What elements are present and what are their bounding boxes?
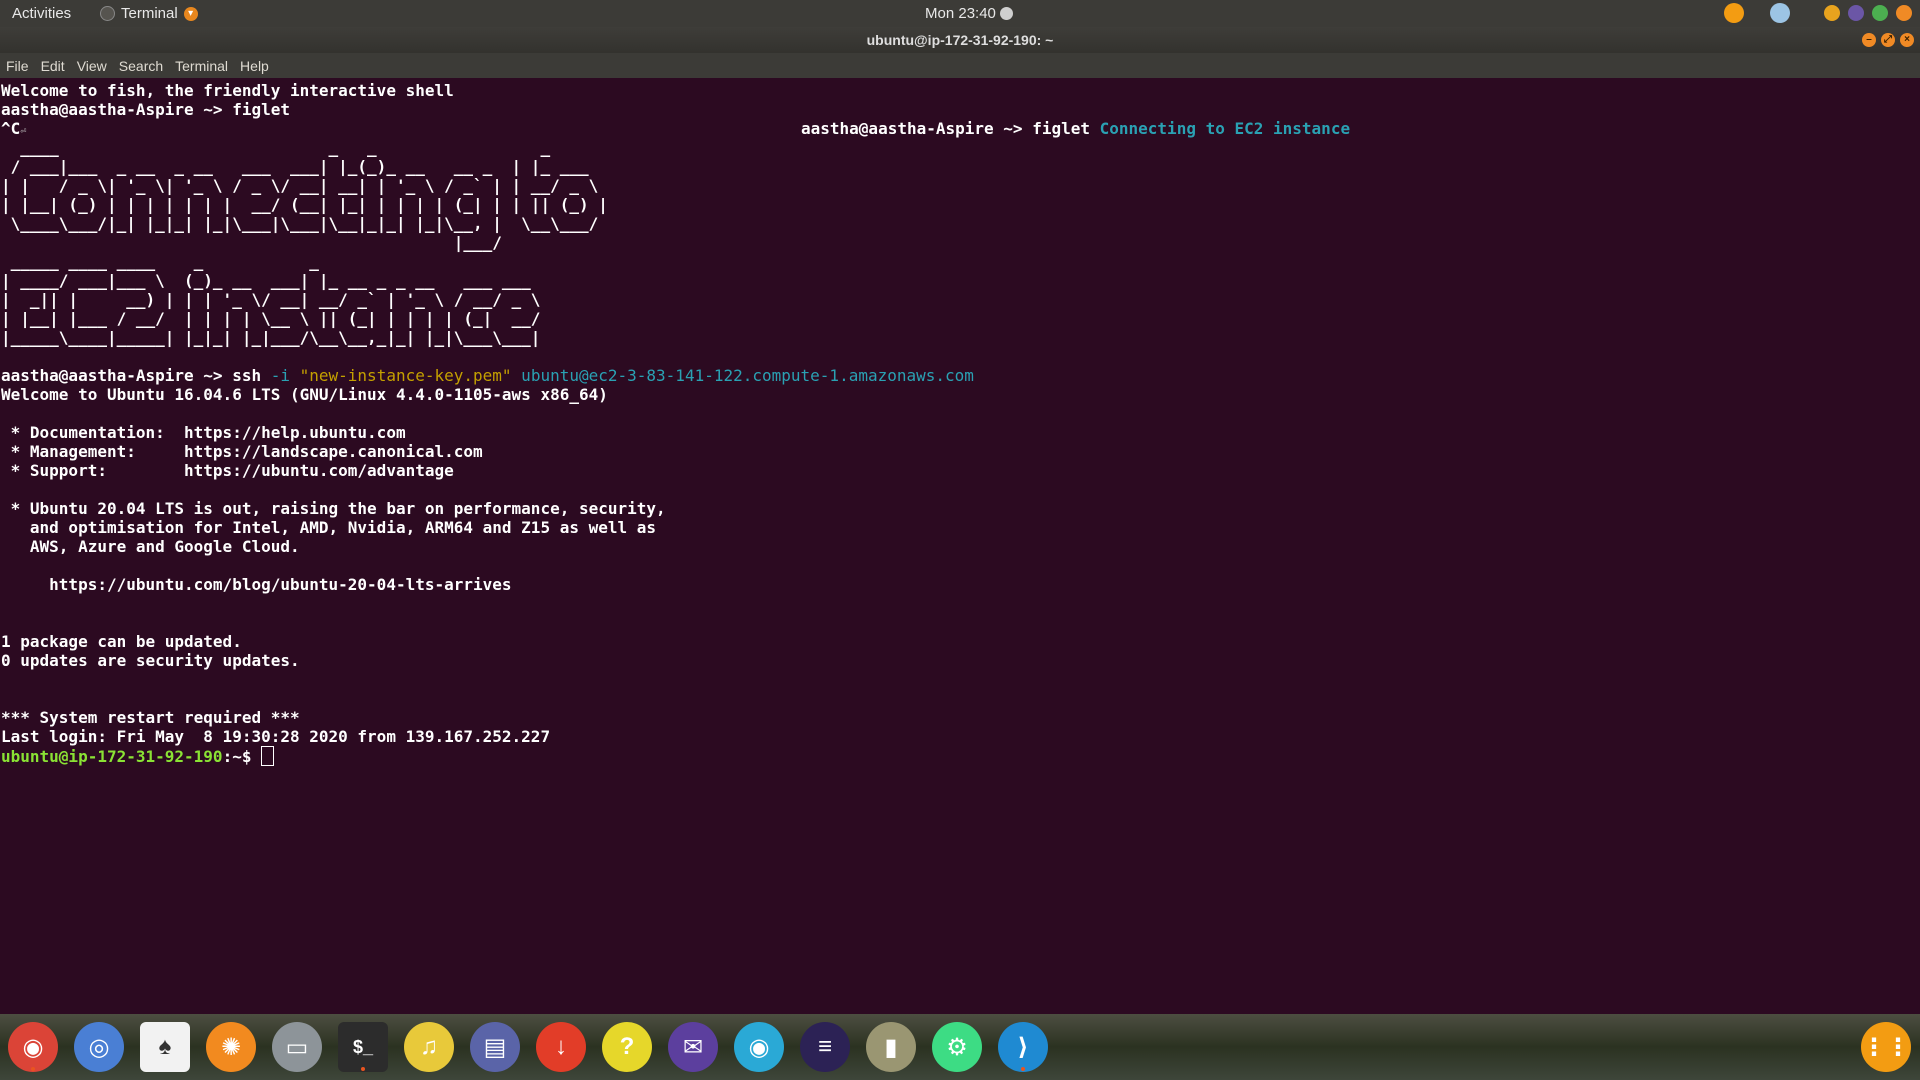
menu-file[interactable]: File <box>0 53 35 78</box>
help-icon[interactable]: ? <box>602 1022 652 1072</box>
command-text: figlet <box>1032 119 1100 138</box>
archive-manager-icon[interactable]: ▮ <box>866 1022 916 1072</box>
battery-icon[interactable] <box>1872 5 1888 21</box>
minimize-icon[interactable]: – <box>1862 33 1876 47</box>
running-indicator <box>361 1067 365 1071</box>
terminal-line: aastha@aastha-Aspire ~> figlet <box>1 100 290 119</box>
menu-view[interactable]: View <box>71 53 113 78</box>
terminal-app-icon <box>100 6 115 21</box>
shell-prompt: aastha@aastha-Aspire ~> <box>801 119 1033 138</box>
running-indicator <box>1021 1067 1025 1071</box>
update-icon[interactable] <box>1724 3 1744 23</box>
ssh-output: Welcome to Ubuntu 16.04.6 LTS (GNU/Linux… <box>1 385 666 746</box>
command-argument: Connecting to EC2 instance <box>1099 119 1351 138</box>
show-applications-icon[interactable]: ⋮⋮ <box>1861 1022 1911 1072</box>
firefox-icon[interactable]: ✺ <box>206 1022 256 1072</box>
android-studio-icon[interactable]: ⚙ <box>932 1022 982 1072</box>
terminal-line: Welcome to fish, the friendly interactiv… <box>1 81 454 100</box>
figlet-output-line1: ____ _ _ _ / ___|___ _ __ _ __ ___ ___| … <box>1 138 608 252</box>
terminal-icon[interactable]: $_ <box>338 1022 388 1072</box>
menu-search[interactable]: Search <box>113 53 169 78</box>
command-text: ssh <box>232 366 262 385</box>
dock: ◉ ◎ ♠ ✺ ▭ $_ ♫ ▤ ↓? ✉ ◉ ≡ ▮ ⚙ ⟩ ⋮⋮ <box>0 1014 1920 1080</box>
activities-button[interactable]: Activities <box>12 5 71 22</box>
terminal-line: aastha@aastha-Aspire ~> figlet Connectin… <box>801 119 1350 138</box>
app-menu[interactable]: Terminal ▾ <box>100 5 198 22</box>
figlet-output-line2: _____ ____ ____ _ _ | ____/ ___|___ \ (_… <box>1 252 541 347</box>
command-flag: -i <box>261 366 300 385</box>
download-manager-icon[interactable]: ↓ <box>536 1022 586 1072</box>
command-string: "new-instance-key.pem" <box>299 366 512 385</box>
terminal-line: ubuntu@ip-172-31-92-190:~$ <box>1 746 275 766</box>
window-titlebar[interactable]: ubuntu@ip-172-31-92-190: ~ – ⤢ × <box>0 27 1920 53</box>
command-argument: ubuntu@ec2-3-83-141-122.compute-1.amazon… <box>511 366 974 385</box>
running-indicator <box>31 1067 35 1071</box>
weather-icon[interactable] <box>1770 3 1790 23</box>
shell-prompt: aastha@aastha-Aspire ~> <box>1 366 233 385</box>
menu-terminal[interactable]: Terminal <box>169 53 234 78</box>
maximize-icon[interactable]: ⤢ <box>1881 33 1895 47</box>
vscode-icon[interactable]: ⟩ <box>998 1022 1048 1072</box>
mail-icon[interactable]: ✉ <box>668 1022 718 1072</box>
chromium-icon[interactable]: ◎ <box>74 1022 124 1072</box>
games-icon[interactable]: ♠ <box>140 1022 190 1072</box>
webcam-icon[interactable]: ◉ <box>734 1022 784 1072</box>
wifi-icon[interactable] <box>1824 5 1840 21</box>
chrome-icon[interactable]: ◉ <box>8 1022 58 1072</box>
carriage-return-icon: ⏎ <box>20 126 27 137</box>
music-player-icon[interactable]: ♫ <box>404 1022 454 1072</box>
command-text: figlet <box>232 100 290 119</box>
files-icon[interactable]: ▭ <box>272 1022 322 1072</box>
shell-prompt: aastha@aastha-Aspire ~> <box>1 100 233 119</box>
close-icon[interactable]: × <box>1900 33 1914 47</box>
clock-label: Mon 23:40 <box>925 5 996 22</box>
notification-icon <box>999 7 1013 20</box>
document-viewer-icon[interactable]: ▤ <box>470 1022 520 1072</box>
scrollbar[interactable] <box>1912 78 1920 1014</box>
system-tray <box>1724 3 1920 23</box>
terminal-view[interactable]: Welcome to fish, the friendly interactiv… <box>0 78 1912 1014</box>
ctrl-c-text: ^C <box>1 119 21 138</box>
menu-help[interactable]: Help <box>234 53 275 78</box>
chevron-down-icon: ▾ <box>183 6 198 21</box>
top-panel: Activities Terminal ▾ Mon 23:40 <box>0 0 1920 27</box>
terminal-line: aastha@aastha-Aspire ~> ssh -i "new-inst… <box>1 366 974 385</box>
menu-edit[interactable]: Edit <box>35 53 71 78</box>
remote-prompt-user: ubuntu@ip-172-31-92-190 <box>1 747 223 766</box>
menubar: File Edit View Search Terminal Help <box>0 53 1920 78</box>
remote-prompt-suffix: :~$ <box>222 747 262 766</box>
window-title: ubuntu@ip-172-31-92-190: ~ <box>866 32 1054 48</box>
power-menu-icon[interactable] <box>1896 5 1912 21</box>
window-controls: – ⤢ × <box>1862 33 1914 47</box>
clock[interactable]: Mon 23:40 <box>925 5 1013 22</box>
eclipse-icon[interactable]: ≡ <box>800 1022 850 1072</box>
app-menu-label: Terminal <box>121 5 178 22</box>
terminal-cursor <box>261 746 275 766</box>
volume-icon[interactable] <box>1848 5 1864 21</box>
